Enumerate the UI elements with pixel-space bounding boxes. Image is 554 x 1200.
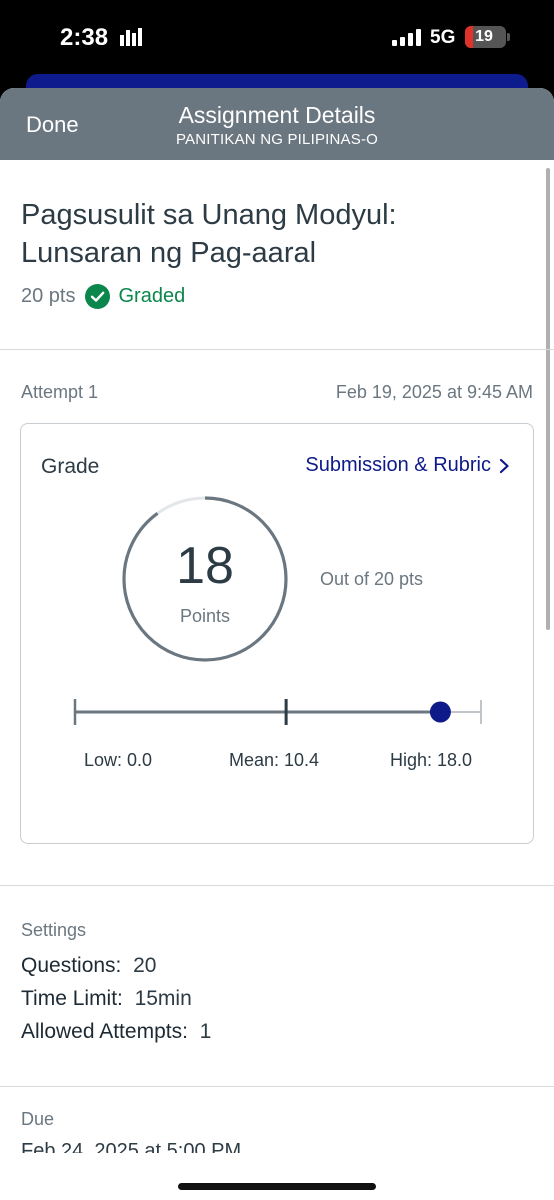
battery-icon: 19 [465, 26, 506, 48]
divider [0, 885, 554, 886]
setting-allowed-attempts: Allowed Attempts: 1 [21, 1020, 211, 1044]
assignment-meta: 20 pts Graded [21, 284, 185, 309]
mean-stat: Mean: 10.4 [229, 750, 320, 770]
settings-label: Settings [21, 920, 87, 940]
course-name: PANITIKAN NG PILIPINAS-O [175, 131, 379, 148]
low-stat: Low: 0.0 [84, 750, 153, 770]
check-circle-icon [85, 284, 111, 309]
clock: 2:38 [60, 24, 109, 51]
attempt-label: Attempt 1 [21, 382, 99, 402]
divider [0, 1086, 554, 1087]
score-unit: Points [179, 606, 231, 626]
setting-questions: Questions: 20 [21, 954, 156, 978]
setting-value: 20 [133, 954, 157, 977]
your-score-marker [429, 701, 451, 723]
nav-bar: Done Assignment Details PANITIKAN NG PIL… [0, 88, 554, 160]
setting-time-limit: Time Limit: 15min [21, 987, 192, 1011]
divider [0, 349, 554, 350]
chevron-right-icon [499, 458, 509, 473]
setting-value: 1 [199, 1020, 212, 1043]
score-value: 18 [176, 537, 234, 595]
signal-icon [392, 29, 421, 46]
high-stat: High: 18.0 [390, 750, 473, 770]
status-time: 2:38 [60, 24, 143, 52]
setting-value: 15min [134, 987, 192, 1010]
home-indicator[interactable] [178, 1183, 376, 1190]
assignment-details-sheet: Done Assignment Details PANITIKAN NG PIL… [0, 88, 554, 1200]
submission-rubric-label: Submission & Rubric [305, 454, 491, 476]
setting-name: Time Limit: [21, 987, 123, 1010]
attempt-date: Feb 19, 2025 at 9:45 AM [335, 382, 533, 402]
points-possible: 20 pts [21, 285, 76, 307]
grade-card: Grade Submission & Rubric 18 Points Out … [20, 423, 534, 844]
activity-icon [119, 28, 142, 46]
battery-cap [507, 33, 510, 41]
assignment-title: Pagsusulit sa Unang Modyul: Lunsaran ng … [21, 199, 397, 269]
battery-level: 19 [475, 28, 493, 45]
page-title: Assignment Details [178, 102, 376, 128]
score-distribution [73, 699, 482, 725]
due-date: Feb 24, 2025 at 5:00 PM [21, 1140, 242, 1153]
setting-name: Allowed Attempts: [21, 1020, 188, 1043]
scrollbar[interactable] [546, 168, 550, 630]
grade-label: Grade [41, 455, 100, 478]
network-type: 5G [430, 27, 456, 48]
due-label: Due [21, 1109, 55, 1129]
status-bar: 2:38 5G 19 [0, 0, 554, 80]
graded-status: Graded [118, 285, 186, 307]
points-out-of: Out of 20 pts [320, 569, 424, 589]
setting-name: Questions: [21, 954, 122, 977]
submission-rubric-link[interactable]: Submission & Rubric [305, 454, 510, 477]
